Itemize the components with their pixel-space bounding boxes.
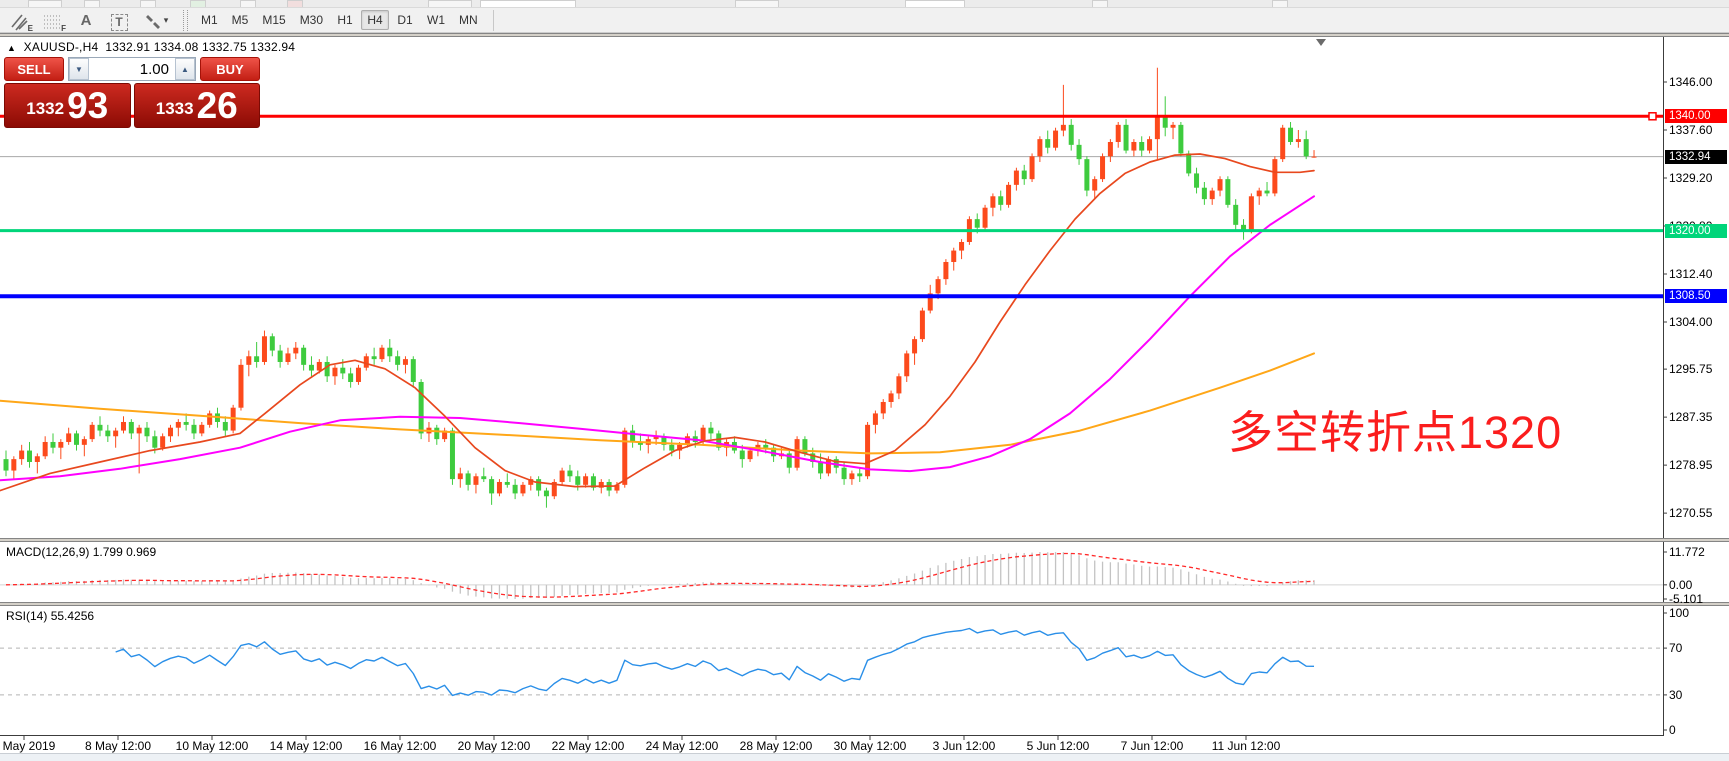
volume-down-icon[interactable]: ▼ <box>69 58 89 80</box>
price-level-tag: 1308.50 <box>1665 289 1727 303</box>
mt4-window: E F A T ▾ M1M5M15M30H1H4D1W1MN ▲ XAUUSD-… <box>0 0 1729 761</box>
one-click-trading-panel: SELL ▼ 1.00 ▲ BUY 1332 93 1333 26 <box>4 57 260 128</box>
date-axis-tick: 14 May 12:00 <box>270 739 343 753</box>
price-axis-tick: 1270.55 <box>1669 506 1727 520</box>
rsi-axis-tick: 70 <box>1669 641 1727 655</box>
date-axis-tick: 3 Jun 12:00 <box>933 739 996 753</box>
price-axis-tick: 1278.95 <box>1669 458 1727 472</box>
rsi-pane-label: RSI(14) 55.4256 <box>6 609 94 623</box>
date-axis-tick: 22 May 12:00 <box>552 739 625 753</box>
macd-pane-label: MACD(12,26,9) 1.799 0.969 <box>6 545 156 559</box>
price-axis-tick: 1346.00 <box>1669 75 1727 89</box>
ask-price-major: 1333 <box>156 94 194 124</box>
price-axis-tick: 1287.35 <box>1669 410 1727 424</box>
date-axis-tick: 28 May 12:00 <box>740 739 813 753</box>
price-level-tag: 1320.00 <box>1665 224 1727 238</box>
volume-input[interactable]: 1.00 <box>89 58 175 80</box>
current-price-tag: 1332.94 <box>1665 150 1727 164</box>
rsi-axis-tick: 100 <box>1669 606 1727 620</box>
price-axis-tick: 1337.60 <box>1669 123 1727 137</box>
date-axis-tick: 16 May 12:00 <box>364 739 437 753</box>
rsi-axis-tick: 30 <box>1669 688 1727 702</box>
price-axis-tick: 1295.75 <box>1669 362 1727 376</box>
ohlc-values: 1332.91 1334.08 1332.75 1332.94 <box>105 40 295 54</box>
bid-price-major: 1332 <box>26 94 64 124</box>
status-bar <box>0 753 1729 761</box>
date-axis-tick: 5 Jun 12:00 <box>1027 739 1090 753</box>
date-axis-tick: 8 May 12:00 <box>85 739 151 753</box>
symbol-title: XAUUSD-,H4 <box>24 40 99 54</box>
macd-axis-tick: -5.101 <box>1669 592 1727 606</box>
date-axis-tick: 6 May 2019 <box>0 739 55 753</box>
pane-separator[interactable] <box>0 602 1729 606</box>
ask-price-minor: 26 <box>197 87 238 124</box>
bid-price-minor: 93 <box>67 87 108 124</box>
date-axis-tick: 24 May 12:00 <box>646 739 719 753</box>
volume-stepper: ▼ 1.00 ▲ <box>68 57 196 81</box>
bid-price-box[interactable]: 1332 93 <box>4 83 131 128</box>
price-axis-tick: 1312.40 <box>1669 267 1727 281</box>
price-level-tag: 1340.00 <box>1665 109 1727 123</box>
buy-button[interactable]: BUY <box>200 57 260 81</box>
price-axis-tick: 1304.00 <box>1669 315 1727 329</box>
macd-axis-tick: 0.00 <box>1669 578 1727 592</box>
price-axis-tick: 1329.20 <box>1669 171 1727 185</box>
date-axis-tick: 30 May 12:00 <box>834 739 907 753</box>
symbol-ohlc-line: ▲ XAUUSD-,H4 1332.91 1334.08 1332.75 133… <box>7 40 295 54</box>
date-axis-tick: 11 Jun 12:00 <box>1212 739 1281 753</box>
date-axis-tick: 7 Jun 12:00 <box>1121 739 1184 753</box>
sell-button[interactable]: SELL <box>4 57 64 81</box>
date-axis-tick: 10 May 12:00 <box>176 739 249 753</box>
chart-annotation-text: 多空转折点1320 <box>1228 396 1562 461</box>
chart-shift-marker-icon[interactable] <box>1316 39 1326 46</box>
collapse-panel-arrow[interactable]: ▲ <box>7 43 16 53</box>
rsi-axis-tick: 0 <box>1669 723 1727 737</box>
volume-up-icon[interactable]: ▲ <box>175 58 195 80</box>
ask-price-box[interactable]: 1333 26 <box>134 83 261 128</box>
macd-axis-tick: 11.772 <box>1669 545 1727 559</box>
pane-separator[interactable] <box>0 538 1729 542</box>
date-axis-tick: 20 May 12:00 <box>458 739 531 753</box>
